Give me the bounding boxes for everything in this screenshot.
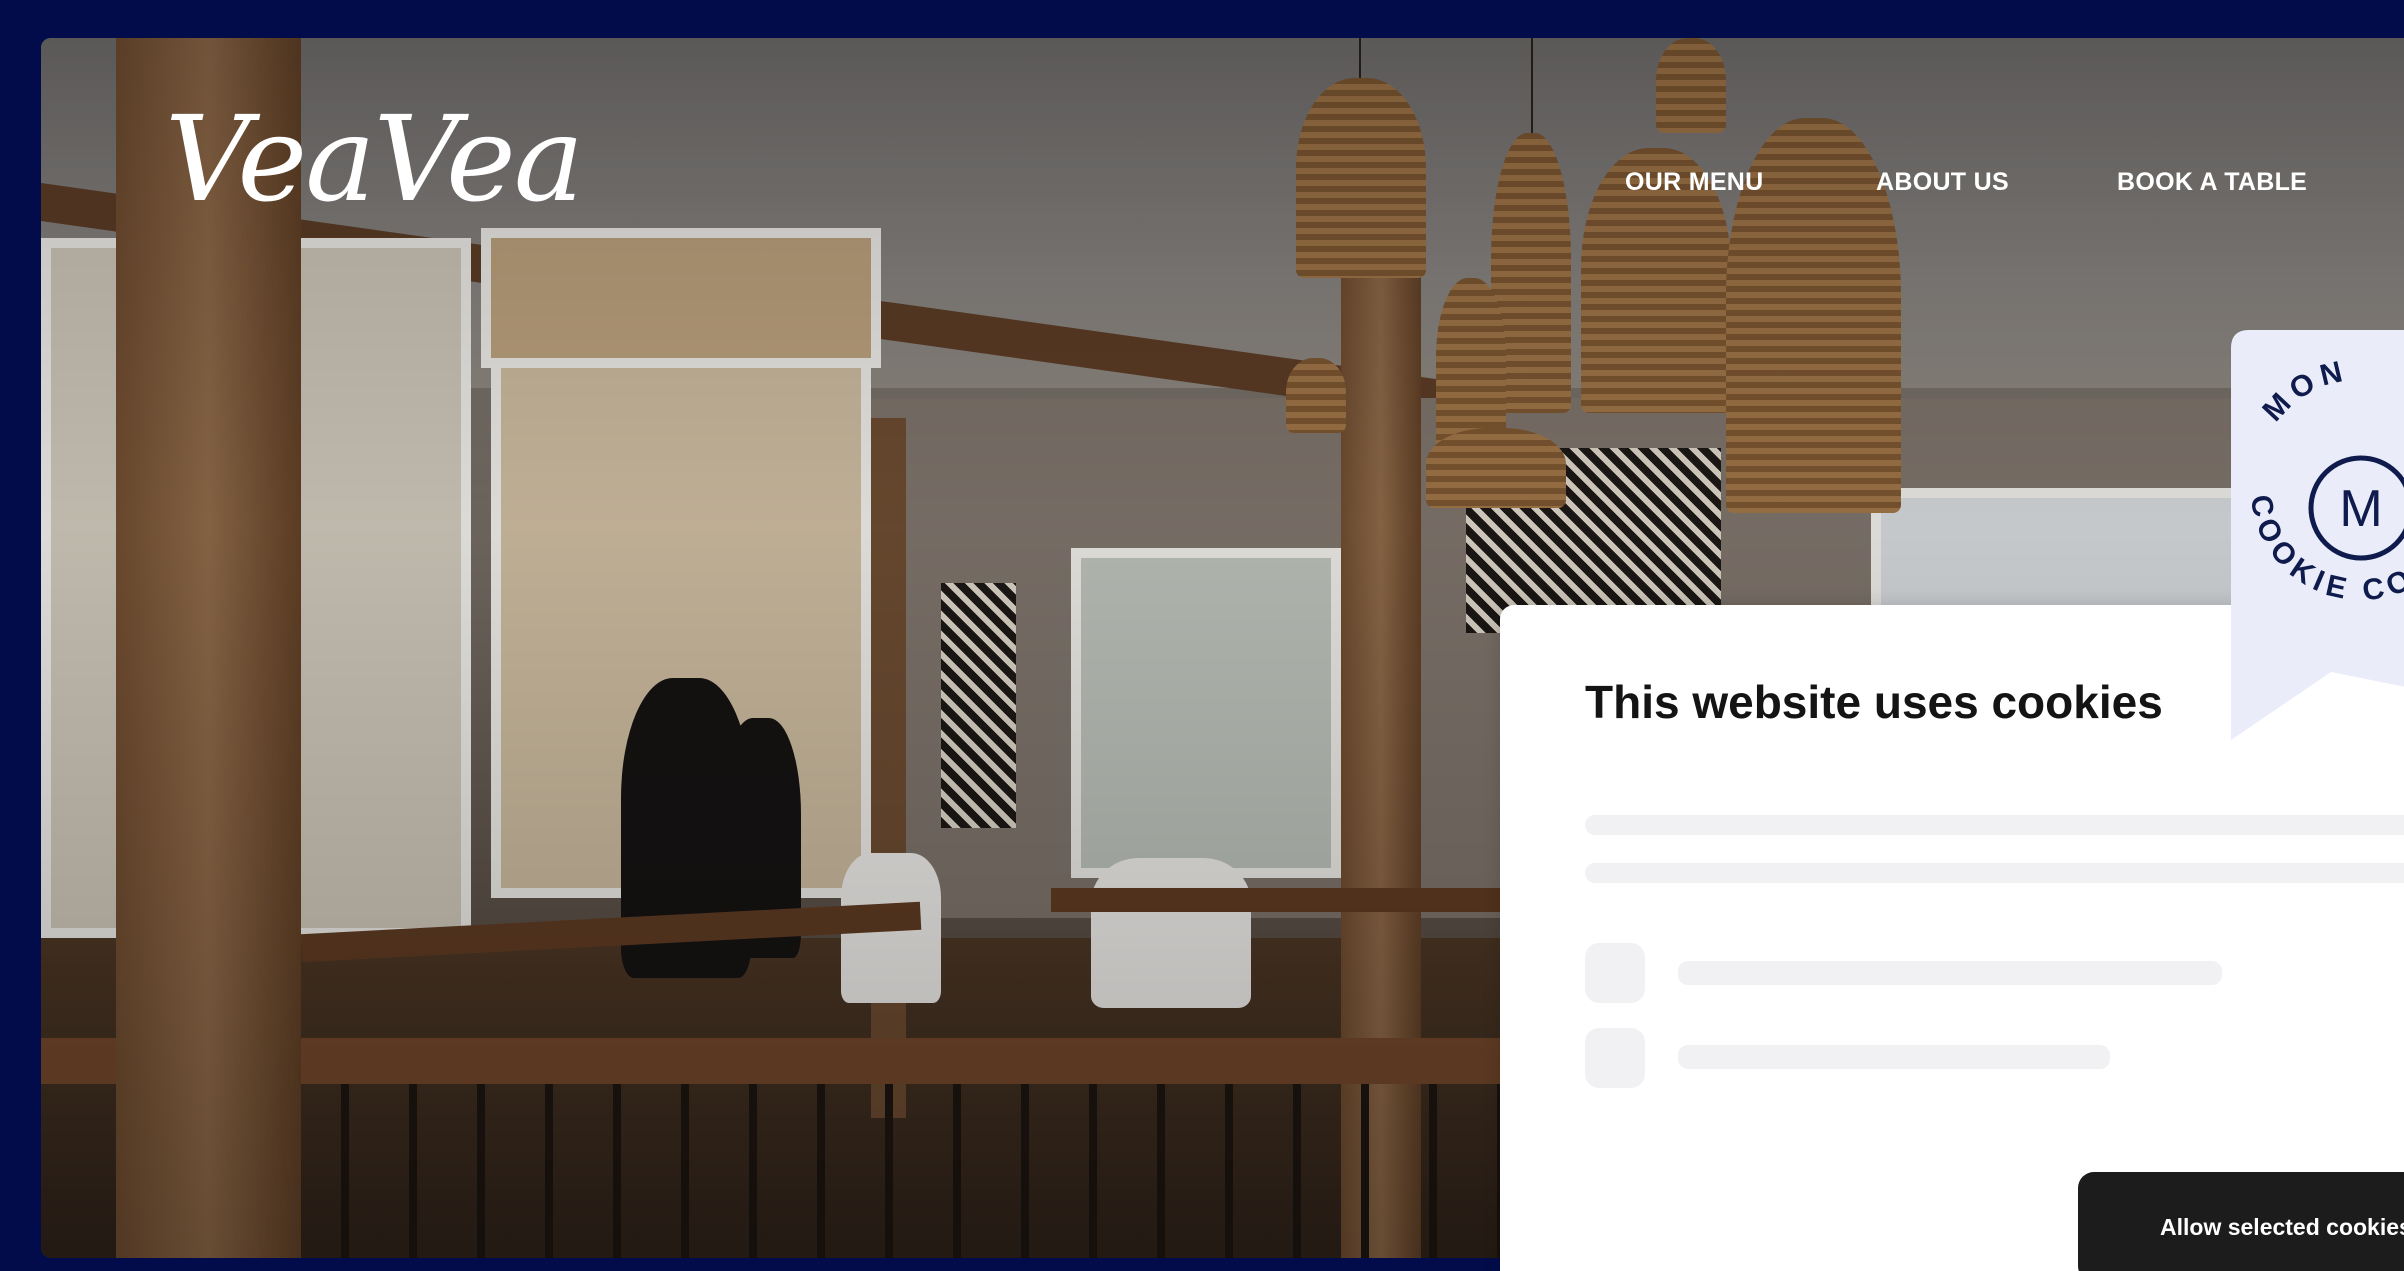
site-logo[interactable]: VeaVea <box>165 100 584 218</box>
skeleton-option-label <box>1678 961 2222 985</box>
badge-monogram: M <box>2339 480 2382 538</box>
nav-about-us[interactable]: ABOUT US <box>1876 168 2009 197</box>
skeleton-text-line <box>1585 863 2404 883</box>
nav-book-a-table[interactable]: BOOK A TABLE <box>2117 168 2307 197</box>
nav-our-menu[interactable]: OUR MENU <box>1625 168 1764 197</box>
skeleton-text-line <box>1585 815 2404 835</box>
allow-selected-cookies-button[interactable]: Allow selected cookies <box>2078 1172 2404 1271</box>
cookie-dialog-title: This website uses cookies <box>1585 676 2163 728</box>
skeleton-checkbox[interactable] <box>1585 1028 1645 1088</box>
badge-graphic: MON COOKIE CO M <box>2231 330 2404 740</box>
skeleton-option-label <box>1678 1045 2110 1069</box>
skeleton-checkbox[interactable] <box>1585 943 1645 1003</box>
cookie-compliance-badge[interactable]: MON COOKIE CO M <box>2231 330 2404 740</box>
page: VeaVea OUR MENU ABOUT US BOOK A TABLE Th… <box>0 0 2404 1271</box>
